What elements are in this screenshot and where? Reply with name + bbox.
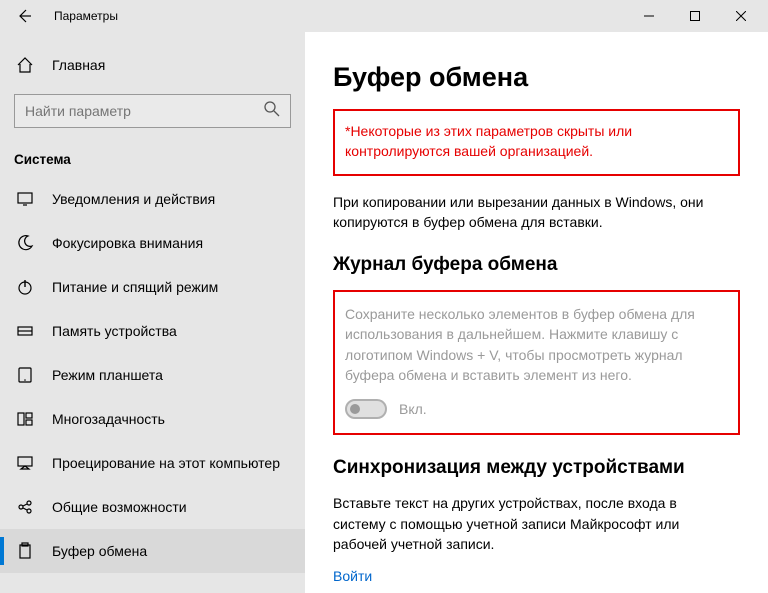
close-icon <box>736 11 746 21</box>
tablet-icon <box>14 364 36 386</box>
maximize-button[interactable] <box>672 0 718 32</box>
window-titlebar: Параметры <box>0 0 768 32</box>
nav-item-focus[interactable]: Фокусировка внимания <box>0 221 305 265</box>
power-icon <box>14 276 36 298</box>
clipboard-icon <box>14 540 36 562</box>
policy-warning-text: *Некоторые из этих параметров скрыты или… <box>345 121 722 162</box>
moon-icon <box>14 232 36 254</box>
group-title-system: Система <box>0 146 305 177</box>
close-button[interactable] <box>718 0 764 32</box>
home-icon <box>14 54 36 76</box>
history-toggle-label: Вкл. <box>399 401 427 417</box>
arrow-left-icon <box>16 8 32 24</box>
clipboard-intro: При копировании или вырезании данных в W… <box>333 192 733 233</box>
nav-item-tablet[interactable]: Режим планшета <box>0 353 305 397</box>
nav-item-storage[interactable]: Память устройства <box>0 309 305 353</box>
nav-label: Питание и спящий режим <box>52 279 218 295</box>
nav-label: Общие возможности <box>52 499 187 515</box>
nav-item-shared[interactable]: Общие возможности <box>0 485 305 529</box>
project-icon <box>14 452 36 474</box>
main-content: Буфер обмена *Некоторые из этих параметр… <box>305 32 768 593</box>
window-title: Параметры <box>54 9 626 23</box>
sidebar: Главная Система Уведомления и действия <box>0 32 305 593</box>
nav-label: Проецирование на этот компьютер <box>52 455 280 471</box>
history-toggle <box>345 399 387 419</box>
nav-label: Память устройства <box>52 323 177 339</box>
history-heading: Журнал буфера обмена <box>333 254 740 276</box>
history-disabled-box: Сохраните несколько элементов в буфер об… <box>333 290 740 435</box>
history-desc: Сохраните несколько элементов в буфер об… <box>345 304 722 385</box>
home-label: Главная <box>52 57 105 73</box>
nav-label: Уведомления и действия <box>52 191 215 207</box>
nav-item-notifications[interactable]: Уведомления и действия <box>0 177 305 221</box>
minimize-icon <box>644 11 654 21</box>
nav-label: Фокусировка внимания <box>52 235 203 251</box>
page-title: Буфер обмена <box>333 62 740 93</box>
home-link[interactable]: Главная <box>0 46 305 84</box>
notification-icon <box>14 188 36 210</box>
policy-warning-box: *Некоторые из этих параметров скрыты или… <box>333 109 740 176</box>
minimize-button[interactable] <box>626 0 672 32</box>
storage-icon <box>14 320 36 342</box>
multitask-icon <box>14 408 36 430</box>
nav-label: Режим планшета <box>52 367 163 383</box>
nav-item-clipboard[interactable]: Буфер обмена <box>0 529 305 573</box>
nav-label: Буфер обмена <box>52 543 147 559</box>
share-icon <box>14 496 36 518</box>
nav-item-power[interactable]: Питание и спящий режим <box>0 265 305 309</box>
nav-label: Многозадачность <box>52 411 165 427</box>
nav-item-projecting[interactable]: Проецирование на этот компьютер <box>0 441 305 485</box>
search-input[interactable] <box>14 94 291 128</box>
sync-desc: Вставьте текст на других устройствах, по… <box>333 493 733 554</box>
sync-heading: Синхронизация между устройствами <box>333 457 740 479</box>
search-icon <box>263 100 283 120</box>
maximize-icon <box>690 11 700 21</box>
nav-item-multitask[interactable]: Многозадачность <box>0 397 305 441</box>
sign-in-link[interactable]: Войти <box>333 568 372 584</box>
back-button[interactable] <box>12 4 36 28</box>
